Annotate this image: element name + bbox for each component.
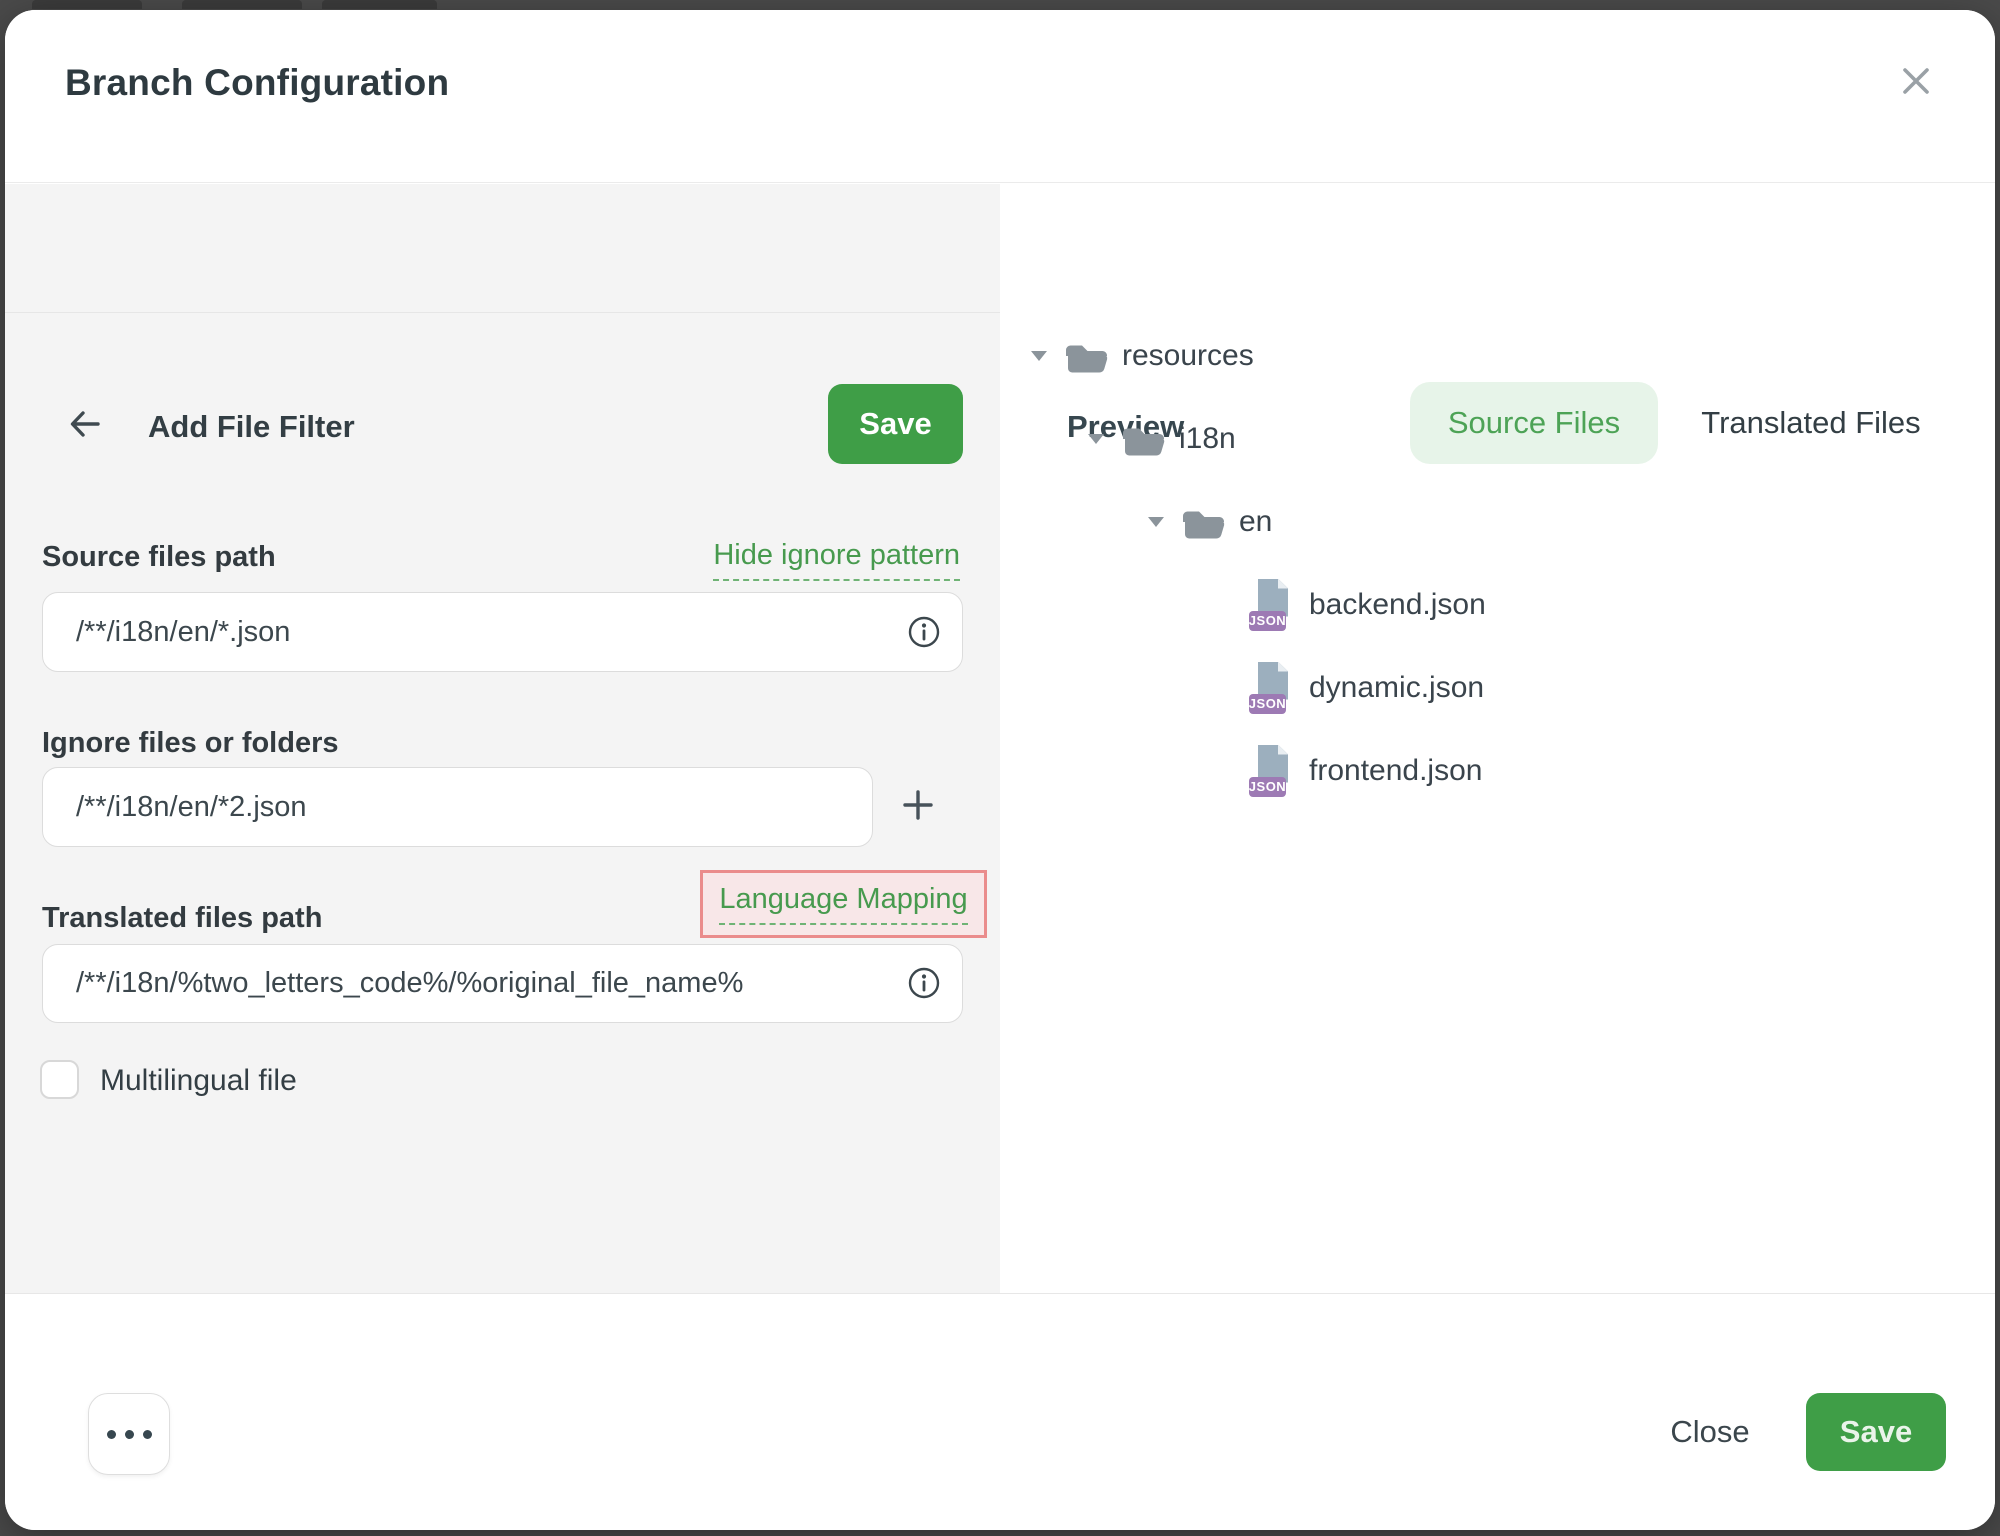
folder-icon — [1063, 337, 1109, 375]
file-filter-panel-header — [5, 184, 1000, 313]
language-mapping-link[interactable]: Language Mapping — [719, 883, 967, 925]
file-filter-panel: Add File Filter Save Source files path H… — [5, 184, 1000, 1293]
arrow-left-icon — [66, 408, 104, 445]
language-mapping-highlight: Language Mapping — [700, 870, 987, 938]
tree-item-label: en — [1239, 505, 1272, 539]
add-ignore-pattern-button[interactable] — [896, 785, 940, 829]
json-badge: JSON — [1249, 694, 1286, 714]
filter-save-button[interactable]: Save — [828, 384, 963, 464]
multilingual-file-checkbox[interactable] — [40, 1060, 79, 1099]
tree-item-backend.json[interactable]: JSON backend.json — [1000, 563, 1995, 646]
branch-configuration-modal: Branch Configuration Add File Filter Sav… — [5, 10, 1995, 1530]
ignore-files-label: Ignore files or folders — [42, 727, 339, 760]
tree-item-label: resources — [1122, 339, 1254, 373]
modal-save-button[interactable]: Save — [1806, 1393, 1946, 1471]
info-icon[interactable] — [907, 966, 941, 1000]
json-file-icon: JSON — [1249, 579, 1293, 631]
hide-ignore-pattern-link[interactable]: Hide ignore pattern — [713, 539, 960, 581]
modal-body: Add File Filter Save Source files path H… — [5, 184, 1995, 1293]
json-file-icon: JSON — [1249, 745, 1293, 797]
file-tree: resources i18n en JSON backend.json JSON dynam… — [1000, 314, 1995, 812]
modal-header: Branch Configuration — [5, 10, 1995, 183]
source-files-path-input[interactable] — [42, 592, 963, 672]
translated-files-path-label: Translated files path — [42, 902, 322, 935]
modal-title: Branch Configuration — [65, 62, 449, 104]
json-file-icon: JSON — [1249, 662, 1293, 714]
caret-down-icon[interactable] — [1148, 517, 1164, 527]
caret-down-icon[interactable] — [1088, 434, 1104, 444]
folder-icon — [1120, 420, 1166, 458]
more-options-button[interactable] — [88, 1393, 170, 1475]
source-files-path-label: Source files path — [42, 541, 276, 574]
tree-item-en[interactable]: en — [1000, 480, 1995, 563]
close-button[interactable] — [1893, 60, 1939, 106]
caret-down-icon[interactable] — [1031, 351, 1047, 361]
tree-item-label: backend.json — [1309, 588, 1486, 622]
tree-item-label: i18n — [1179, 422, 1236, 456]
multilingual-file-label: Multilingual file — [100, 1064, 297, 1098]
modal-footer: Close Save — [5, 1293, 1995, 1530]
tree-item-resources[interactable]: resources — [1000, 314, 1995, 397]
tree-item-i18n[interactable]: i18n — [1000, 397, 1995, 480]
back-button[interactable] — [63, 406, 107, 446]
json-badge: JSON — [1249, 611, 1286, 631]
background-browser-tab — [182, 0, 302, 9]
translated-files-path-input[interactable] — [42, 944, 963, 1023]
tree-item-dynamic.json[interactable]: JSON dynamic.json — [1000, 646, 1995, 729]
info-icon[interactable] — [907, 615, 941, 649]
panel-title: Add File Filter — [148, 409, 355, 445]
tree-item-frontend.json[interactable]: JSON frontend.json — [1000, 729, 1995, 812]
folder-icon — [1180, 503, 1226, 541]
tree-item-label: dynamic.json — [1309, 671, 1484, 705]
tree-item-label: frontend.json — [1309, 754, 1482, 788]
background-browser-tab — [322, 0, 437, 9]
json-badge: JSON — [1249, 777, 1286, 797]
background-browser-tab — [32, 0, 142, 9]
close-icon — [1898, 63, 1934, 104]
plus-icon — [899, 786, 937, 829]
ellipsis-icon — [107, 1430, 152, 1439]
close-modal-button[interactable]: Close — [1645, 1393, 1775, 1471]
ignore-files-input[interactable] — [42, 767, 873, 847]
